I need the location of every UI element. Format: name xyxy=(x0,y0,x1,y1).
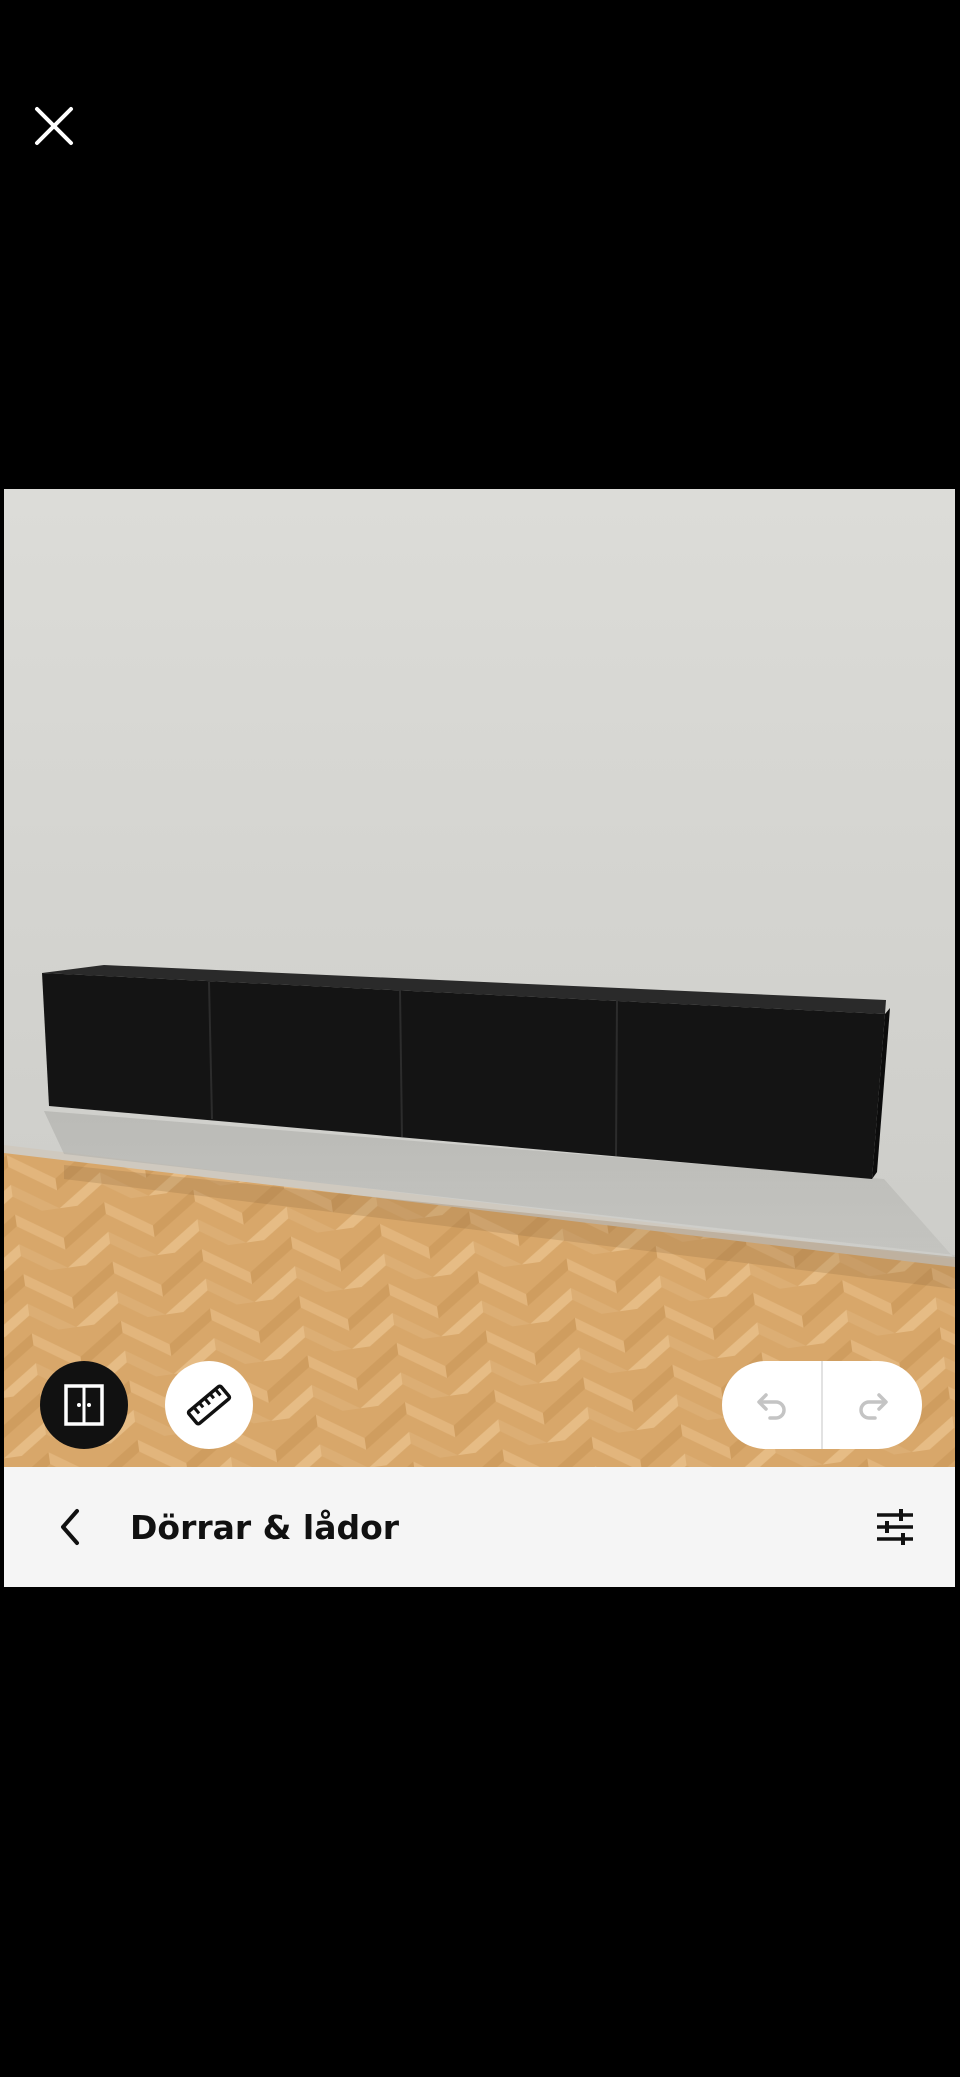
doors-toggle-button[interactable] xyxy=(40,1361,128,1449)
close-button[interactable] xyxy=(24,96,84,156)
chevron-left-icon xyxy=(61,1509,79,1545)
ruler-icon xyxy=(186,1384,232,1426)
category-bar: Dörrar & lådor xyxy=(4,1467,955,1587)
3d-scene-view[interactable] xyxy=(4,489,955,1467)
filter-sliders-icon xyxy=(877,1509,913,1545)
doors-toggle-icon xyxy=(64,1384,104,1426)
redo-icon xyxy=(858,1393,888,1420)
redo-button[interactable] xyxy=(823,1361,922,1449)
close-icon xyxy=(35,107,73,145)
back-button[interactable] xyxy=(30,1487,110,1567)
filter-button[interactable] xyxy=(855,1487,935,1567)
room-render xyxy=(4,489,955,1467)
undo-button[interactable] xyxy=(722,1361,821,1449)
undo-icon xyxy=(756,1393,786,1420)
category-title: Dörrar & lådor xyxy=(130,1507,400,1547)
undo-redo-group xyxy=(722,1361,922,1449)
measure-button[interactable] xyxy=(165,1361,253,1449)
